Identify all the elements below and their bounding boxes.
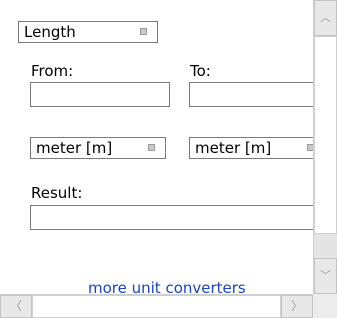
from-label: From: [31, 62, 74, 80]
from-input[interactable] [30, 82, 170, 107]
horizontal-scroll-thumb[interactable] [32, 295, 281, 318]
result-label: Result: [31, 184, 83, 202]
to-input[interactable] [189, 82, 313, 107]
scroll-down-icon[interactable]: ﹀ [314, 258, 337, 294]
category-select-value: Length [24, 23, 76, 41]
more-unit-converters-link[interactable]: more unit converters [88, 279, 246, 294]
from-unit-value: meter [m] [36, 139, 113, 157]
horizontal-scrollbar[interactable]: 〈 〉 [0, 294, 313, 318]
scrollbar-corner [313, 294, 337, 318]
converter-viewport: Length From: To: meter [m] meter [m] Res… [0, 0, 313, 294]
result-output [30, 205, 313, 230]
dropdown-indicator-icon [148, 144, 155, 151]
scroll-left-icon[interactable]: 〈 [0, 295, 32, 318]
vertical-scrollbar[interactable]: ︿ ﹀ [313, 0, 337, 294]
scroll-right-icon[interactable]: 〉 [281, 295, 313, 318]
to-unit-value: meter [m] [195, 139, 272, 157]
from-unit-select[interactable]: meter [m] [30, 137, 166, 159]
vertical-scroll-thumb[interactable] [314, 36, 337, 234]
category-select[interactable]: Length [18, 21, 158, 43]
to-label: To: [190, 62, 211, 80]
to-unit-select[interactable]: meter [m] [189, 137, 313, 159]
scroll-up-icon[interactable]: ︿ [314, 0, 337, 36]
dropdown-indicator-icon [140, 28, 147, 35]
